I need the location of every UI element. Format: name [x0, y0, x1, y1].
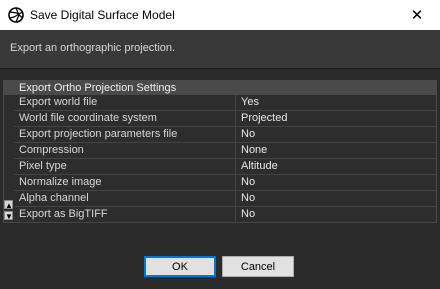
- setting-name: Export projection parameters file: [14, 127, 236, 142]
- description-panel: Export an orthographic projection.: [0, 30, 440, 69]
- title-bar: Save Digital Surface Model ✕: [0, 0, 440, 30]
- setting-name: Pixel type: [14, 159, 236, 174]
- setting-row-export-as-bigtiff[interactable]: Export as BigTIFF No: [14, 207, 436, 223]
- settings-grid: Export Ortho Projection Settings ▲ ▼ Exp…: [3, 80, 437, 223]
- window-title: Save Digital Surface Model: [30, 8, 175, 22]
- setting-value[interactable]: No: [236, 207, 255, 222]
- setting-row-pixel-type[interactable]: Pixel type Altitude: [14, 159, 436, 175]
- ok-button[interactable]: OK: [144, 256, 216, 277]
- setting-value[interactable]: No: [236, 191, 255, 206]
- setting-value[interactable]: Yes: [236, 95, 259, 110]
- description-text: Export an orthographic projection.: [10, 42, 176, 54]
- setting-row-alpha-channel[interactable]: Alpha channel No: [14, 191, 436, 207]
- setting-name: Export as BigTIFF: [14, 207, 236, 222]
- setting-value[interactable]: Projected: [236, 111, 287, 126]
- settings-rows: Export world file Yes World file coordin…: [14, 95, 436, 223]
- close-button[interactable]: ✕: [394, 0, 440, 30]
- section-header[interactable]: Export Ortho Projection Settings: [4, 81, 436, 95]
- setting-row-world-file-coordinate-system[interactable]: World file coordinate system Projected: [14, 111, 436, 127]
- setting-name: Normalize image: [14, 175, 236, 190]
- aperture-icon: [8, 7, 24, 23]
- close-icon: ✕: [410, 7, 424, 24]
- setting-name: Alpha channel: [14, 191, 236, 206]
- setting-row-export-world-file[interactable]: Export world file Yes: [14, 95, 436, 111]
- setting-value[interactable]: No: [236, 175, 255, 190]
- sort-descending-icon[interactable]: ▼: [4, 211, 13, 221]
- sort-ascending-icon[interactable]: ▲: [4, 200, 13, 210]
- setting-value[interactable]: No: [236, 127, 255, 142]
- setting-row-export-projection-parameters-file[interactable]: Export projection parameters file No: [14, 127, 436, 143]
- setting-name: Compression: [14, 143, 236, 158]
- setting-value[interactable]: Altitude: [236, 159, 278, 174]
- setting-row-normalize-image[interactable]: Normalize image No: [14, 175, 436, 191]
- setting-row-compression[interactable]: Compression None: [14, 143, 436, 159]
- setting-name: Export world file: [14, 95, 236, 110]
- cancel-button[interactable]: Cancel: [222, 256, 294, 277]
- setting-value[interactable]: None: [236, 143, 267, 158]
- setting-name: World file coordinate system: [14, 111, 236, 126]
